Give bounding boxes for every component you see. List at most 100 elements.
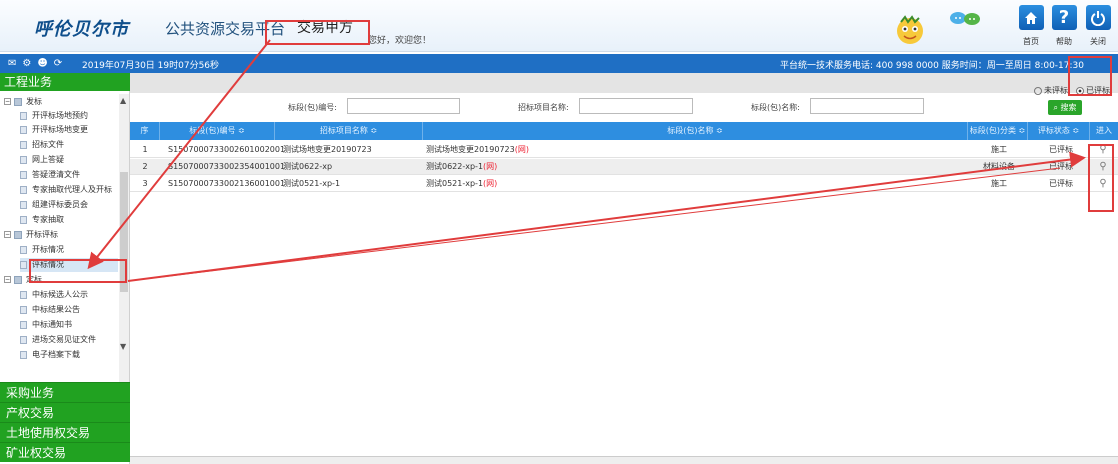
evaluation-filter: 未评标 已评标 xyxy=(1034,85,1110,96)
cell-project: 测试0622-xp xyxy=(283,162,333,171)
users-icon[interactable]: ☻ xyxy=(37,56,47,71)
scroll-down-icon[interactable]: ▼ xyxy=(120,342,126,351)
tree-item[interactable]: 招标文件 xyxy=(20,138,64,152)
status-bar: ✉ ⚙ ☻ ⟳ 2019年07月30日 19时07分56秒 平台统一技术服务电话… xyxy=(0,54,1118,73)
page-icon xyxy=(20,111,27,120)
folder-icon xyxy=(14,97,22,106)
enter-search-icon[interactable]: ⚲ xyxy=(1090,159,1116,175)
scroll-up-icon[interactable]: ▲ xyxy=(120,96,126,105)
col-status[interactable]: 评标状态 ≎ xyxy=(1028,122,1090,140)
tree-group-award[interactable]: − 定标 xyxy=(4,273,42,287)
tree-item[interactable]: 电子档案下载 xyxy=(20,348,80,362)
col-code[interactable]: 标段(包)编号 ≎ xyxy=(160,122,275,140)
help-button[interactable]: ? 帮助 xyxy=(1049,2,1079,50)
current-datetime: 2019年07月30日 19时07分56秒 xyxy=(82,61,220,71)
nav-tree: − 发标 开评标场地预约 开评标场地变更 招标文件 网上答疑 答疑澄清文件 专家抽… xyxy=(0,93,130,383)
page-icon xyxy=(20,125,27,134)
refresh-icon[interactable]: ⟳ xyxy=(54,56,62,71)
mascot-icon xyxy=(897,15,923,44)
page-icon xyxy=(20,140,27,149)
close-button[interactable]: 关闭 xyxy=(1083,2,1113,50)
name-label: 标段(包)名称: xyxy=(751,103,800,112)
tree-item[interactable]: 开评标场地变更 xyxy=(20,123,88,137)
tree-item[interactable]: 网上答疑 xyxy=(20,153,64,167)
sidebar: 工程业务 − 发标 开评标场地预约 开评标场地变更 招标文件 网上答疑 答疑澄清文… xyxy=(0,73,130,464)
cell-code: S1507000733002354001001 xyxy=(168,162,286,171)
tree-group-bid[interactable]: − 发标 xyxy=(4,95,42,109)
page-icon xyxy=(20,215,27,224)
cell-project: 测试0521-xp-1 xyxy=(283,179,341,188)
close-label: 关闭 xyxy=(1090,37,1106,46)
search-button[interactable]: ⌕ 搜索 xyxy=(1048,100,1082,115)
cell-status: 已评标 xyxy=(1049,145,1073,154)
section-land[interactable]: 土地使用权交易 xyxy=(0,422,130,442)
message-icon[interactable]: ✉ xyxy=(8,56,16,71)
page-icon xyxy=(20,200,27,209)
tree-item[interactable]: 专家抽取 xyxy=(20,213,64,227)
cell-status: 已评标 xyxy=(1049,162,1073,171)
code-label: 标段(包)编号: xyxy=(288,103,337,112)
cell-no: 2 xyxy=(142,162,148,171)
name-input[interactable] xyxy=(810,98,924,114)
cell-code: S1507000733002136001001 xyxy=(168,179,286,188)
service-hotline: 平台统一技术服务电话: 400 998 0000 服务时间：周一至周日 8:00… xyxy=(780,61,1084,71)
col-action: 进入 xyxy=(1096,126,1112,135)
folder-icon xyxy=(14,275,22,284)
page-icon xyxy=(20,335,27,344)
page-icon xyxy=(20,260,27,269)
chat-icon[interactable] xyxy=(947,9,983,31)
col-name[interactable]: 标段(包)名称 ≎ xyxy=(423,122,968,140)
pagination-bar xyxy=(130,456,1118,464)
nav-sections: 采购业务 产权交易 土地使用权交易 矿业权交易 xyxy=(0,382,130,462)
home-button[interactable]: 首页 xyxy=(1016,2,1046,50)
page-icon xyxy=(20,155,27,164)
gear-icon[interactable]: ⚙ xyxy=(22,56,31,71)
col-project[interactable]: 招标项目名称 ≎ xyxy=(275,122,423,140)
cell-name: 测试场地变更20190723(网) xyxy=(426,145,529,154)
tree-item[interactable]: 答疑澄清文件 xyxy=(20,168,80,182)
table-header: 序 标段(包)编号 ≎ 招标项目名称 ≎ 标段(包)名称 ≎ 标段(包)分类 ≎… xyxy=(130,122,1118,140)
table-row: 1 S1507000733002601002001 测试场地变更20190723… xyxy=(130,142,1118,158)
code-input[interactable] xyxy=(347,98,460,114)
cell-category: 施工 xyxy=(991,145,1007,154)
tree-item[interactable]: 开评标场地预约 xyxy=(20,109,88,123)
tree-item[interactable]: 中标候选人公示 xyxy=(20,288,88,302)
radio-assessed[interactable]: 已评标 xyxy=(1076,85,1110,96)
enter-search-icon[interactable]: ⚲ xyxy=(1090,142,1116,158)
col-category[interactable]: 标段(包)分类 ≎ xyxy=(968,122,1028,140)
project-input[interactable] xyxy=(579,98,693,114)
welcome-text: 您好，欢迎您！ xyxy=(368,36,432,46)
tree-item[interactable]: 专家抽取代理人及开标 xyxy=(20,183,112,197)
tree-item[interactable]: 开标情况 xyxy=(20,243,64,257)
radio-unassessed[interactable]: 未评标 xyxy=(1034,85,1068,96)
page-icon xyxy=(20,305,27,314)
tree-item[interactable]: 中标结果公告 xyxy=(20,303,80,317)
section-engineering[interactable]: 工程业务 xyxy=(0,73,130,91)
table-row: 2 S1507000733002354001001 测试0622-xp 测试06… xyxy=(130,159,1118,175)
app-header: 呼伦贝尔市 公共资源交易平台 交易甲方 您好，欢迎您！ 首页 ? 帮助 关闭 xyxy=(0,0,1118,52)
col-no: 序 xyxy=(130,122,160,140)
cell-code: S1507000733002601002001 xyxy=(168,145,286,154)
project-label: 招标项目名称: xyxy=(518,103,569,112)
quick-icons: ✉ ⚙ ☻ ⟳ xyxy=(8,56,62,71)
section-property[interactable]: 产权交易 xyxy=(0,402,130,422)
cell-no: 3 xyxy=(142,179,148,188)
enter-search-icon[interactable]: ⚲ xyxy=(1090,176,1116,192)
cell-name: 测试0521-xp-1(网) xyxy=(426,179,498,188)
section-mining[interactable]: 矿业权交易 xyxy=(0,442,130,462)
tree-item[interactable]: 中标通知书 xyxy=(20,318,72,332)
section-procurement[interactable]: 采购业务 xyxy=(0,382,130,402)
help-icon: ? xyxy=(1051,5,1077,30)
vertical-scrollbar[interactable]: ▲ ▼ xyxy=(119,94,129,384)
cell-no: 1 xyxy=(142,145,148,154)
page-icon xyxy=(20,185,27,194)
tree-group-opening[interactable]: − 开标评标 xyxy=(4,228,58,242)
page-icon xyxy=(20,350,27,359)
page-icon xyxy=(20,290,27,299)
current-user: 交易甲方 xyxy=(297,20,353,36)
page-icon xyxy=(20,170,27,179)
tree-item[interactable]: 组建评标委员会 xyxy=(20,198,88,212)
toolbar-strip xyxy=(130,73,1118,93)
tree-item[interactable]: 进场交易见证文件 xyxy=(20,333,96,347)
tree-item-evaluation[interactable]: 评标情况 xyxy=(20,258,118,272)
